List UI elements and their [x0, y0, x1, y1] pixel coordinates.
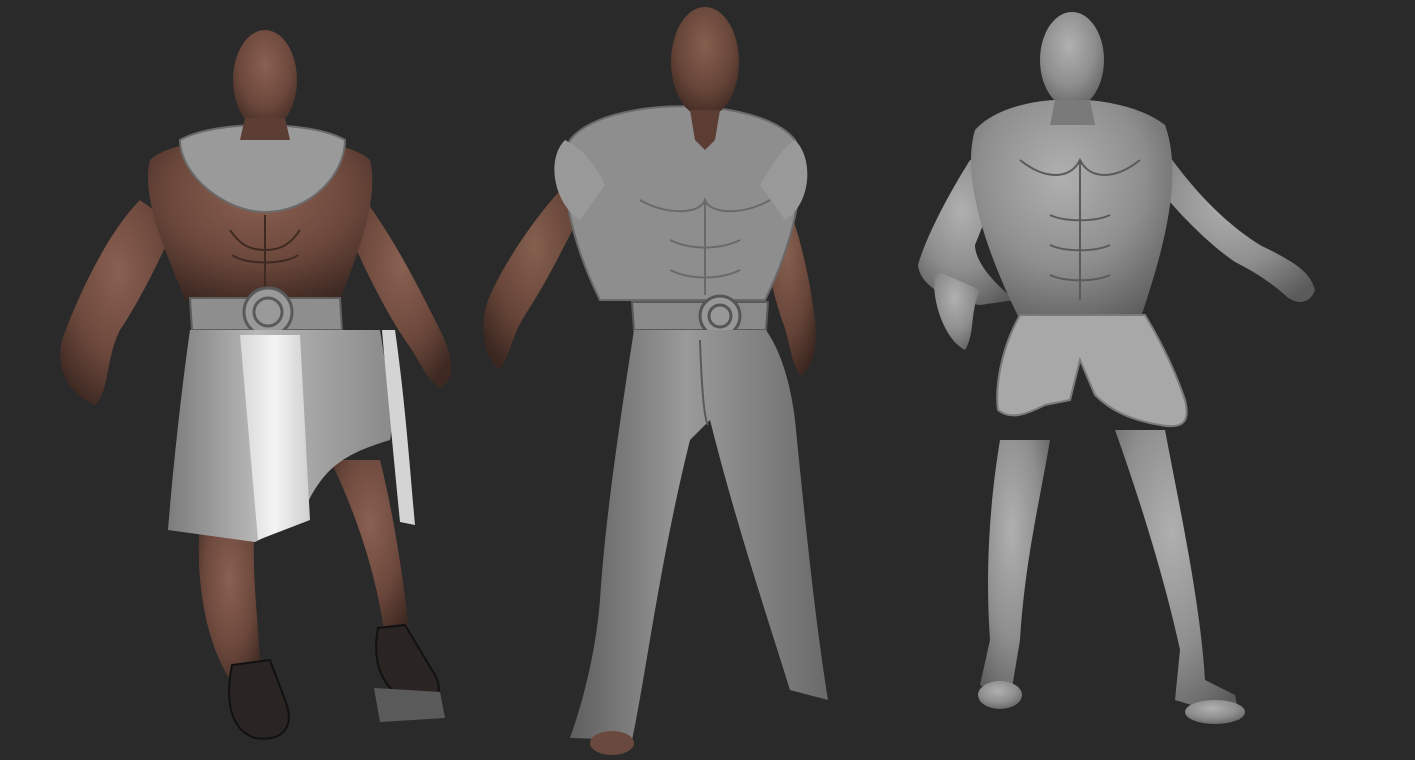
figure-tunic-skin — [60, 30, 452, 740]
figure-pants-clothed — [483, 7, 828, 755]
sculpt-viewport — [0, 0, 1415, 760]
figure-anatomy-grey — [918, 12, 1315, 724]
sculpt-canvas — [60, 7, 1315, 755]
